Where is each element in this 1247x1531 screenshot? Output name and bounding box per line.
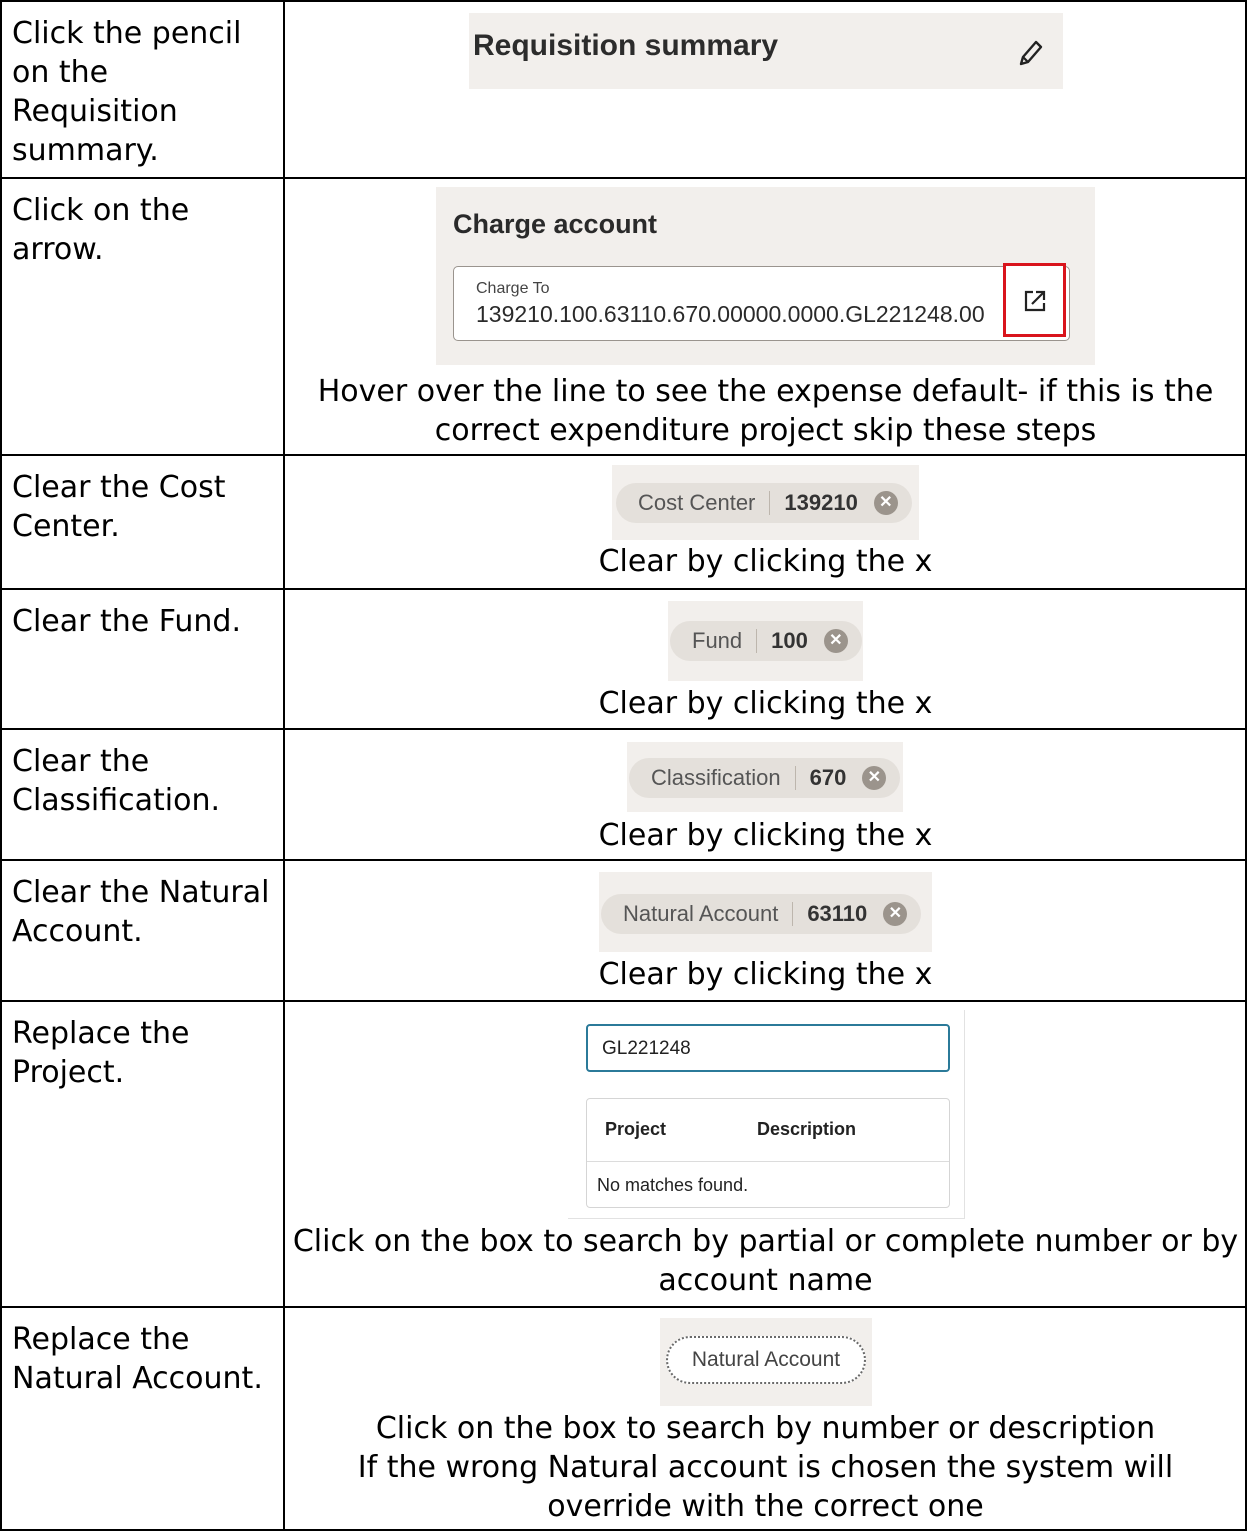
clear-icon[interactable]: ✕: [873, 491, 898, 515]
clear-icon[interactable]: ✕: [862, 766, 887, 790]
arrow-highlight-box: [1003, 263, 1066, 337]
step-caption: Clear by clicking the x: [598, 957, 933, 992]
step-caption: Click on the box to search by partial or…: [292, 1224, 1239, 1298]
table-row: Clear the Classification. Classification…: [0, 728, 1247, 859]
project-column-header[interactable]: Project: [605, 1119, 666, 1140]
step-caption-line1: Click on the box to search by number or …: [375, 1411, 1156, 1446]
natural-account-button[interactable]: Natural Account: [666, 1336, 866, 1384]
charge-to-label: Charge To: [476, 280, 550, 297]
classification-screenshot: Classification 670 ✕: [627, 742, 903, 812]
table-row: Clear the Natural Account. Natural Accou…: [0, 859, 1247, 1000]
step-caption: Clear by clicking the x: [598, 686, 933, 721]
natural-account-button-label: Natural Account: [691, 1348, 841, 1371]
charge-to-value: 139210.100.63110.670.00000.0000.GL221248…: [476, 301, 985, 327]
fund-chip: Fund 100 ✕: [670, 621, 862, 661]
step-caption: Hover over the line to see the expense d…: [317, 374, 1214, 448]
step-instruction: Clear the Fund.: [12, 604, 241, 639]
chip-label: Natural Account: [623, 901, 779, 926]
chip-divider: [769, 491, 771, 515]
fund-screenshot: Fund 100 ✕: [668, 601, 863, 681]
step-instruction: Replace the Natural Account.: [12, 1322, 263, 1396]
table-row: Clear the Fund. Fund 100 ✕ Clear by clic…: [0, 588, 1247, 728]
natural-account-chip-screenshot: Natural Account 63110 ✕: [599, 872, 932, 952]
cost-center-chip: Cost Center 139210 ✕: [616, 483, 912, 523]
natural-account-chip: Natural Account 63110 ✕: [601, 894, 922, 934]
step-caption: Clear by clicking the x: [598, 544, 933, 579]
chip-divider: [756, 629, 758, 653]
requisition-summary-screenshot: Requisition summary: [469, 13, 1063, 89]
chip-label: Cost Center: [638, 490, 756, 515]
cost-center-screenshot: Cost Center 139210 ✕: [612, 465, 919, 540]
clear-icon[interactable]: ✕: [883, 902, 908, 926]
chip-value: 139210: [784, 490, 858, 515]
chip-value: 670: [809, 765, 847, 790]
table-row: Replace the Project. GL221248 Project De…: [0, 1000, 1247, 1306]
project-search-input[interactable]: GL221248: [586, 1024, 950, 1072]
pencil-icon[interactable]: [1017, 38, 1043, 68]
chip-divider: [794, 766, 796, 790]
step-instruction: Click the pencil on the Requisition summ…: [12, 16, 242, 168]
charge-account-heading: Charge account: [453, 209, 658, 239]
step-caption-line2: If the wrong Natural account is chosen t…: [357, 1450, 1174, 1524]
project-search-value: GL221248: [602, 1038, 691, 1059]
chip-divider: [792, 902, 794, 926]
chip-label: Classification: [651, 765, 781, 790]
step-instruction: Clear the Cost Center.: [12, 470, 226, 544]
step-caption: Clear by clicking the x: [598, 818, 933, 853]
table-row: Click on the arrow. Charge account Charg…: [0, 177, 1247, 454]
clear-icon[interactable]: ✕: [823, 629, 848, 653]
table-row: Click the pencil on the Requisition summ…: [0, 0, 1247, 177]
table-header-divider: [587, 1161, 949, 1162]
natural-account-button-screenshot: Natural Account: [660, 1318, 872, 1406]
chip-value: 63110: [807, 901, 868, 926]
step-instruction: Clear the Classification.: [12, 744, 221, 818]
project-search-screenshot: GL221248 Project Description No matches …: [568, 1010, 965, 1219]
description-column-header[interactable]: Description: [757, 1119, 856, 1140]
step-instruction: Replace the Project.: [12, 1016, 190, 1090]
step-instruction: Clear the Natural Account.: [12, 875, 270, 949]
table-row: Clear the Cost Center. Cost Center 13921…: [0, 454, 1247, 588]
step-instruction: Click on the arrow.: [12, 193, 190, 267]
charge-account-screenshot: Charge account Charge To 139210.100.6311…: [436, 187, 1095, 365]
charge-to-field[interactable]: Charge To 139210.100.63110.670.00000.000…: [453, 266, 1070, 341]
table-row: Replace the Natural Account. Natural Acc…: [0, 1306, 1247, 1531]
external-link-icon[interactable]: [1023, 289, 1047, 313]
chip-value: 100: [771, 628, 808, 653]
project-results-table: Project Description No matches found.: [586, 1098, 950, 1208]
chip-label: Fund: [692, 628, 743, 653]
classification-chip: Classification 670 ✕: [629, 758, 901, 798]
requisition-summary-title: Requisition summary: [473, 29, 779, 62]
no-matches-text: No matches found.: [597, 1175, 749, 1195]
